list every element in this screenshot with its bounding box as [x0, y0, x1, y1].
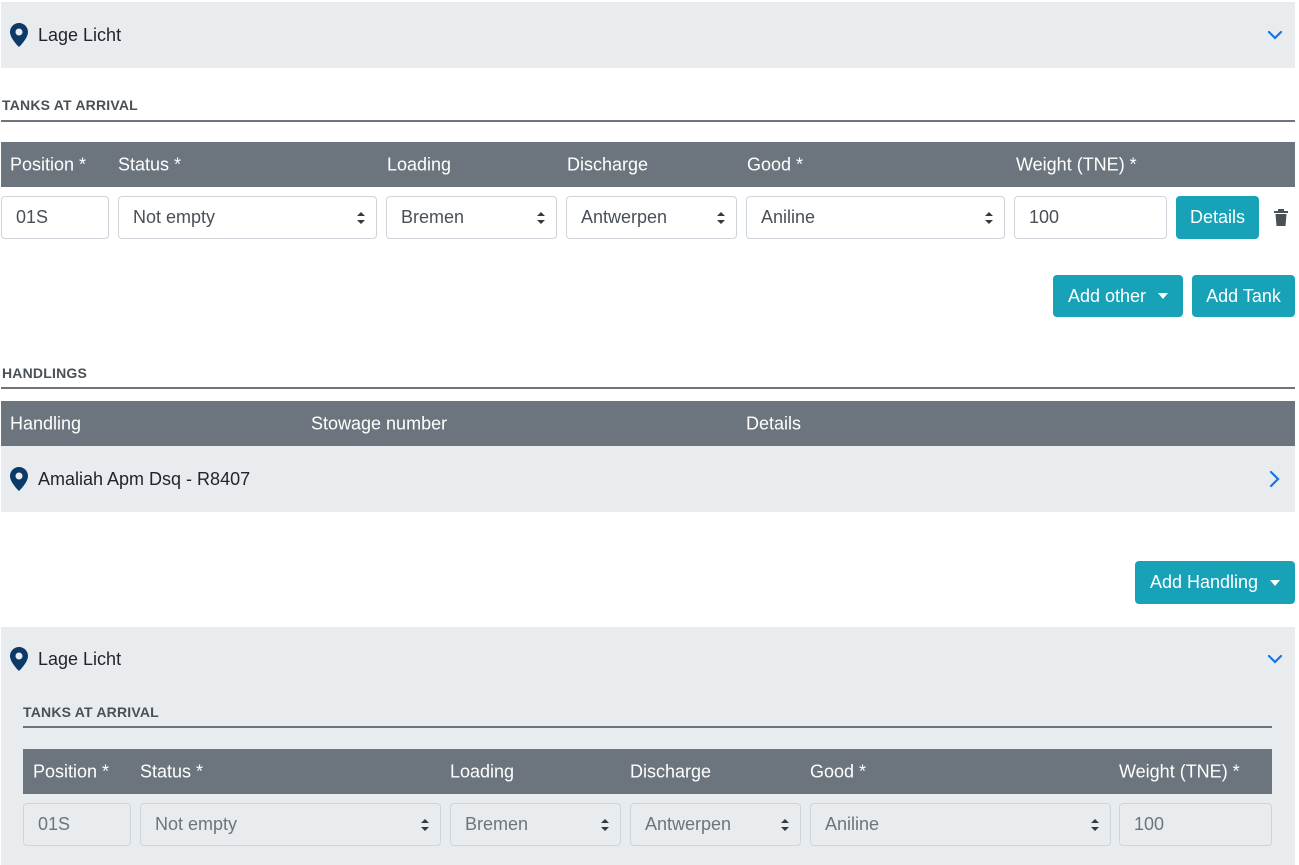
discharge-select[interactable]: Antwerpen [566, 196, 737, 239]
map-pin-icon [10, 23, 28, 47]
details-button[interactable]: Details [1176, 196, 1259, 239]
weight-input[interactable]: 100 [1014, 196, 1167, 239]
accordion-panel-lage-licht: Lage Licht TANKS AT ARRIVAL Position * S… [1, 627, 1295, 865]
tanks-table-header: Position * Status * Loading Discharge Go… [23, 749, 1272, 794]
select-arrows-icon [537, 211, 545, 224]
accordion-header-lage-licht[interactable]: Lage Licht [1, 627, 1295, 691]
column-header-details: Details [746, 413, 802, 433]
accordion-title: Lage Licht [38, 24, 122, 45]
good-select[interactable]: Aniline [810, 803, 1111, 846]
select-arrows-icon [601, 818, 609, 831]
chevron-down-icon[interactable] [1267, 27, 1283, 43]
column-header-status: Status * [118, 154, 182, 174]
trash-icon[interactable] [1273, 208, 1289, 226]
column-header-loading: Loading [450, 761, 515, 781]
loading-select[interactable]: Bremen [386, 196, 557, 239]
select-arrows-icon [781, 818, 789, 831]
column-header-discharge: Discharge [567, 154, 649, 174]
caret-down-icon [1158, 293, 1169, 299]
discharge-select[interactable]: Antwerpen [630, 803, 801, 846]
section-title-tanks-at-arrival: TANKS AT ARRIVAL [2, 97, 138, 113]
handling-title: Amaliah Apm Dsq - R8407 [38, 468, 251, 489]
add-other-button[interactable]: Add other [1053, 275, 1183, 317]
section-divider [1, 387, 1295, 389]
section-title-tanks-at-arrival: TANKS AT ARRIVAL [23, 704, 159, 720]
chevron-down-icon[interactable] [1267, 651, 1283, 667]
handlings-table-header: Handling Stowage number Details [1, 401, 1295, 446]
column-header-weight: Weight (TNE) * [1119, 761, 1240, 781]
tanks-table-header: Position * Status * Loading Discharge Go… [1, 142, 1295, 187]
position-input[interactable]: 01S [23, 803, 131, 846]
column-header-good: Good * [747, 154, 804, 174]
handling-row[interactable]: Amaliah Apm Dsq - R8407 [1, 446, 1295, 512]
accordion-header-lage-licht[interactable]: Lage Licht [1, 2, 1295, 68]
section-title-handlings: HANDLINGS [2, 365, 88, 381]
add-handling-button[interactable]: Add Handling [1135, 561, 1295, 604]
column-header-position: Position * [10, 154, 87, 174]
select-arrows-icon [985, 211, 993, 224]
column-header-discharge: Discharge [630, 761, 712, 781]
column-header-weight: Weight (TNE) * [1016, 154, 1137, 174]
select-arrows-icon [717, 211, 725, 224]
chevron-right-icon[interactable] [1267, 470, 1281, 488]
status-select[interactable]: Not empty [140, 803, 441, 846]
column-header-handling: Handling [10, 413, 82, 433]
column-header-loading: Loading [387, 154, 452, 174]
map-pin-icon [10, 647, 28, 671]
status-select[interactable]: Not empty [118, 196, 377, 239]
section-divider [1, 120, 1295, 122]
column-header-stowage-number: Stowage number [311, 413, 448, 433]
column-header-status: Status * [140, 761, 204, 781]
column-header-position: Position * [33, 761, 110, 781]
select-arrows-icon [421, 818, 429, 831]
column-header-good: Good * [810, 761, 867, 781]
caret-down-icon [1270, 579, 1281, 586]
position-input[interactable]: 01S [1, 196, 109, 239]
add-tank-button[interactable]: Add Tank [1192, 275, 1295, 317]
weight-input[interactable]: 100 [1119, 803, 1272, 846]
section-divider [23, 726, 1272, 728]
map-pin-icon [10, 467, 28, 491]
select-arrows-icon [1091, 818, 1099, 831]
select-arrows-icon [357, 211, 365, 224]
good-select[interactable]: Aniline [746, 196, 1005, 239]
accordion-title: Lage Licht [38, 648, 122, 669]
loading-select[interactable]: Bremen [450, 803, 621, 846]
